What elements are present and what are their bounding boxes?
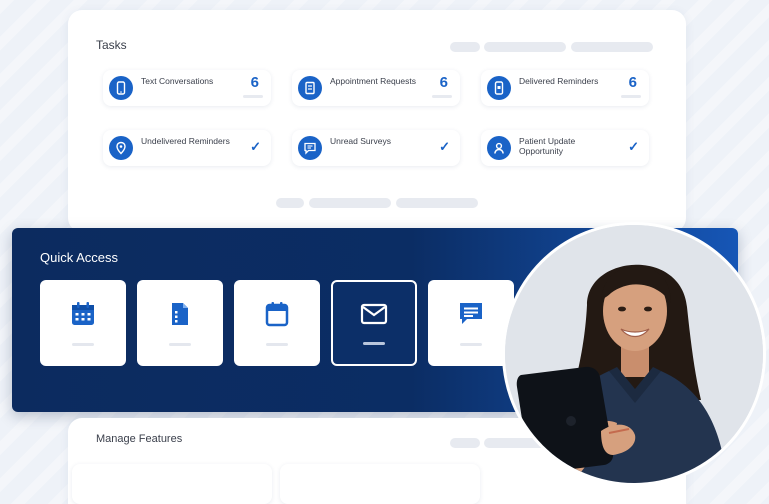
mobile-notification-icon	[487, 76, 511, 100]
chat-icon	[298, 136, 322, 160]
location-pin-icon	[109, 136, 133, 160]
count-underline	[621, 95, 641, 98]
feature-card[interactable]	[280, 464, 480, 504]
user-icon	[487, 136, 511, 160]
filter-pill[interactable]	[450, 42, 480, 52]
check-icon: ✓	[250, 139, 261, 154]
filter-pill[interactable]	[450, 438, 480, 448]
manage-features-title: Manage Features	[96, 433, 183, 445]
check-icon: ✓	[628, 139, 639, 154]
task-count: 6	[628, 74, 637, 91]
pagination-pill[interactable]	[396, 198, 478, 208]
document-list-icon	[166, 300, 194, 333]
task-card-patient-update-opportunity[interactable]: Patient Update Opportunity ✓	[481, 130, 649, 166]
feature-card[interactable]	[72, 464, 272, 504]
quick-access-tile-calendar[interactable]	[234, 280, 320, 366]
clinician-illustration	[505, 225, 763, 483]
quick-access-tile-mail[interactable]	[331, 280, 417, 366]
task-label: Unread Surveys	[330, 136, 391, 146]
tile-label-placeholder	[169, 343, 191, 346]
pagination-pill[interactable]	[309, 198, 391, 208]
tile-label-placeholder	[266, 343, 288, 346]
tile-label-placeholder	[363, 342, 385, 345]
filter-pill[interactable]	[571, 42, 653, 52]
task-card-unread-surveys[interactable]: Unread Surveys ✓	[292, 130, 460, 166]
task-label: Delivered Reminders	[519, 76, 599, 86]
mail-icon	[359, 301, 389, 332]
task-card-text-conversations[interactable]: Text Conversations 6	[103, 70, 271, 106]
message-icon	[456, 300, 486, 333]
phone-icon	[109, 76, 133, 100]
quick-access-title: Quick Access	[40, 250, 119, 265]
task-label: Appointment Requests	[330, 76, 416, 86]
task-card-delivered-reminders[interactable]: Delivered Reminders 6	[481, 70, 649, 106]
tile-label-placeholder	[72, 343, 94, 346]
filter-pill[interactable]	[484, 42, 566, 52]
task-card-appointment-requests[interactable]: Appointment Requests 6	[292, 70, 460, 106]
calendar-grid-icon	[69, 300, 97, 333]
task-label: Patient Update Opportunity	[519, 136, 576, 156]
document-icon	[298, 76, 322, 100]
tasks-title: Tasks	[96, 38, 127, 52]
clinician-photo	[502, 222, 766, 486]
count-underline	[432, 95, 452, 98]
quick-access-tile-document-list[interactable]	[137, 280, 223, 366]
tile-label-placeholder	[460, 343, 482, 346]
task-count: 6	[250, 74, 259, 91]
count-underline	[243, 95, 263, 98]
calendar-icon	[263, 300, 291, 333]
task-count: 6	[439, 74, 448, 91]
check-icon: ✓	[439, 139, 450, 154]
task-label: Text Conversations	[141, 76, 214, 86]
task-card-undelivered-reminders[interactable]: Undelivered Reminders ✓	[103, 130, 271, 166]
quick-access-tile-calendar-grid[interactable]	[40, 280, 126, 366]
pagination-pill[interactable]	[276, 198, 304, 208]
task-label: Undelivered Reminders	[141, 136, 230, 146]
tasks-panel: Tasks Text Conversations 6 Appointment R…	[68, 10, 686, 232]
